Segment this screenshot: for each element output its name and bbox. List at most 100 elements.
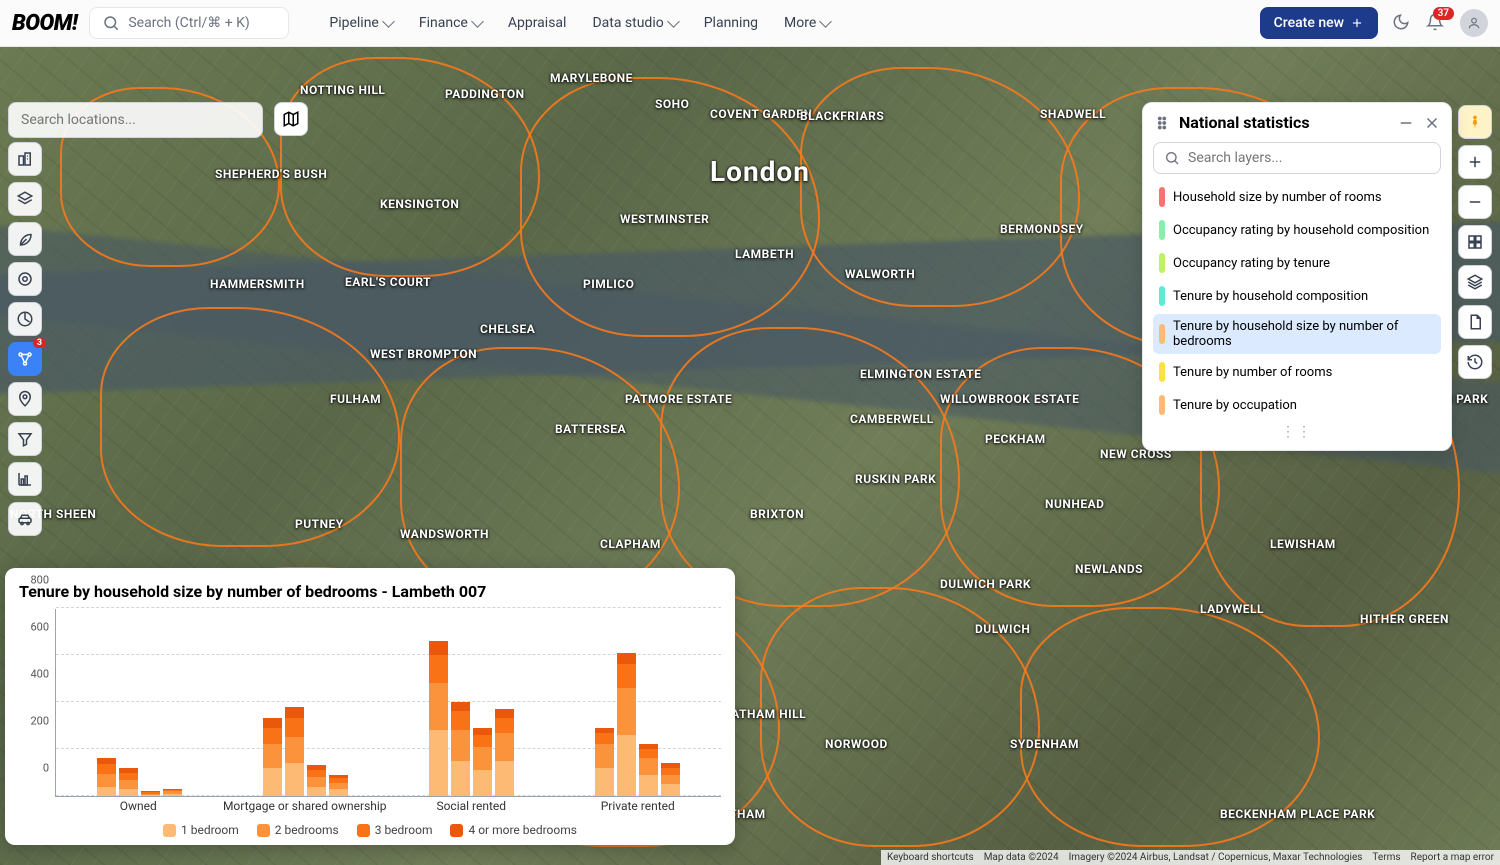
legend-item: 3 bedroom — [357, 823, 433, 837]
tool-funnel[interactable] — [8, 422, 42, 456]
create-new-button[interactable]: Create new — [1260, 7, 1378, 39]
map-control-layers[interactable] — [1458, 265, 1492, 299]
map-control-pegman[interactable] — [1458, 105, 1492, 139]
left-toolbar: 3 — [8, 142, 42, 536]
bar-segment — [451, 761, 470, 796]
map-control-plus[interactable] — [1458, 145, 1492, 179]
notifications-button[interactable]: 37 — [1426, 13, 1446, 33]
map-control-document[interactable] — [1458, 305, 1492, 339]
layer-label: Occupancy rating by tenure — [1173, 256, 1330, 271]
funnel-icon — [16, 430, 34, 448]
bar-group — [263, 707, 348, 796]
nav-item-more[interactable]: More — [772, 9, 842, 37]
layer-search[interactable] — [1153, 142, 1441, 174]
map-attribution: Keyboard shortcuts Map data ©2024 Imagery … — [881, 850, 1500, 865]
drag-handle-icon[interactable] — [1153, 114, 1171, 132]
grid-line — [56, 607, 721, 608]
bar-segment — [451, 702, 470, 711]
bar-segment — [617, 664, 636, 688]
legend-swatch — [257, 824, 270, 837]
nav-item-planning[interactable]: Planning — [692, 9, 770, 37]
layer-item[interactable]: Occupancy rating by household compositio… — [1153, 215, 1441, 245]
bar — [285, 707, 304, 796]
layer-label: Tenure by household size by number of be… — [1173, 319, 1435, 349]
layer-swatch — [1159, 395, 1165, 415]
map-style-button[interactable] — [274, 102, 308, 136]
nav-item-appraisal[interactable]: Appraisal — [496, 9, 579, 37]
layer-label: Tenure by household composition — [1173, 289, 1368, 304]
nav-item-data-studio[interactable]: Data studio — [580, 9, 689, 37]
bar-segment — [97, 787, 116, 796]
location-search-input[interactable] — [8, 102, 263, 138]
minus-icon — [1466, 193, 1484, 211]
map-control-grid[interactable] — [1458, 225, 1492, 259]
resize-handle[interactable]: ⋮⋮ — [1153, 420, 1441, 440]
bar — [97, 758, 116, 796]
layer-swatch — [1159, 286, 1165, 306]
bar-segment — [451, 711, 470, 730]
layer-search-input[interactable] — [1188, 150, 1430, 166]
theme-toggle[interactable] — [1392, 13, 1412, 33]
tool-chart[interactable] — [8, 462, 42, 496]
bar-segment — [429, 730, 448, 796]
nav-label: More — [784, 15, 816, 31]
attribution-link[interactable]: Keyboard shortcuts — [887, 852, 974, 863]
bar-segment — [307, 770, 326, 777]
attribution-link[interactable]: Map data ©2024 — [984, 852, 1059, 863]
legend-swatch — [450, 824, 463, 837]
layer-item[interactable]: Tenure by number of rooms — [1153, 357, 1441, 387]
close-icon[interactable] — [1423, 114, 1441, 132]
layer-list: Household size by number of roomsOccupan… — [1153, 182, 1441, 420]
layer-swatch — [1159, 187, 1165, 207]
nav-item-finance[interactable]: Finance — [407, 9, 494, 37]
tool-car[interactable] — [8, 502, 42, 536]
tool-location-pin[interactable] — [8, 382, 42, 416]
bar-segment — [495, 718, 514, 732]
bar-segment — [595, 744, 614, 768]
user-avatar[interactable] — [1460, 9, 1488, 37]
minimize-icon[interactable] — [1397, 114, 1415, 132]
tool-leaf[interactable] — [8, 222, 42, 256]
bar-segment — [429, 655, 448, 683]
layer-swatch — [1159, 324, 1165, 344]
y-tick-label: 800 — [30, 574, 49, 587]
layers-stack-icon — [16, 190, 34, 208]
bar-segment — [119, 780, 138, 789]
y-tick-label: 600 — [30, 621, 49, 634]
chart-icon — [16, 470, 34, 488]
global-search-placeholder: Search (Ctrl/⌘ + K) — [128, 15, 249, 31]
bar-segment — [473, 728, 492, 735]
x-axis-label: Owned — [55, 799, 222, 819]
attribution-link[interactable]: Report a map error — [1411, 852, 1494, 863]
tool-buildings[interactable] — [8, 142, 42, 176]
layer-item[interactable]: Tenure by household composition — [1153, 281, 1441, 311]
bar — [661, 763, 680, 796]
bar-segment — [661, 775, 680, 784]
user-icon — [1467, 16, 1481, 30]
tool-radar[interactable] — [8, 302, 42, 336]
global-search[interactable]: Search (Ctrl/⌘ + K) — [89, 7, 289, 39]
layer-item[interactable]: Occupancy rating by tenure — [1153, 248, 1441, 278]
layer-item[interactable]: Household size by number of rooms — [1153, 182, 1441, 212]
layers-icon — [1466, 273, 1484, 291]
nav-label: Planning — [704, 15, 758, 31]
tool-target[interactable] — [8, 262, 42, 296]
tool-layers-stack[interactable] — [8, 182, 42, 216]
tool-share-nodes[interactable]: 3 — [8, 342, 42, 376]
bar-segment — [97, 774, 116, 787]
map-canvas[interactable]: LondonMARYLEBONEPADDINGTONNOTTING HILLSO… — [0, 47, 1500, 865]
attribution-link[interactable]: Terms — [1372, 852, 1400, 863]
bar-segment — [661, 784, 680, 796]
chart-area: 0200400600800 OwnedMortgage or shared ow… — [55, 609, 721, 819]
bar-segment — [163, 794, 182, 796]
attribution-link[interactable]: Imagery ©2024 Airbus, Landsat / Copernic… — [1069, 852, 1363, 863]
plus-icon — [1466, 153, 1484, 171]
radar-icon — [16, 310, 34, 328]
moon-icon — [1392, 13, 1410, 31]
map-control-minus[interactable] — [1458, 185, 1492, 219]
layer-item[interactable]: Tenure by occupation — [1153, 390, 1441, 420]
nav-item-pipeline[interactable]: Pipeline — [317, 9, 405, 37]
bar — [617, 653, 636, 796]
map-control-history[interactable] — [1458, 345, 1492, 379]
layer-item[interactable]: Tenure by household size by number of be… — [1153, 314, 1441, 354]
